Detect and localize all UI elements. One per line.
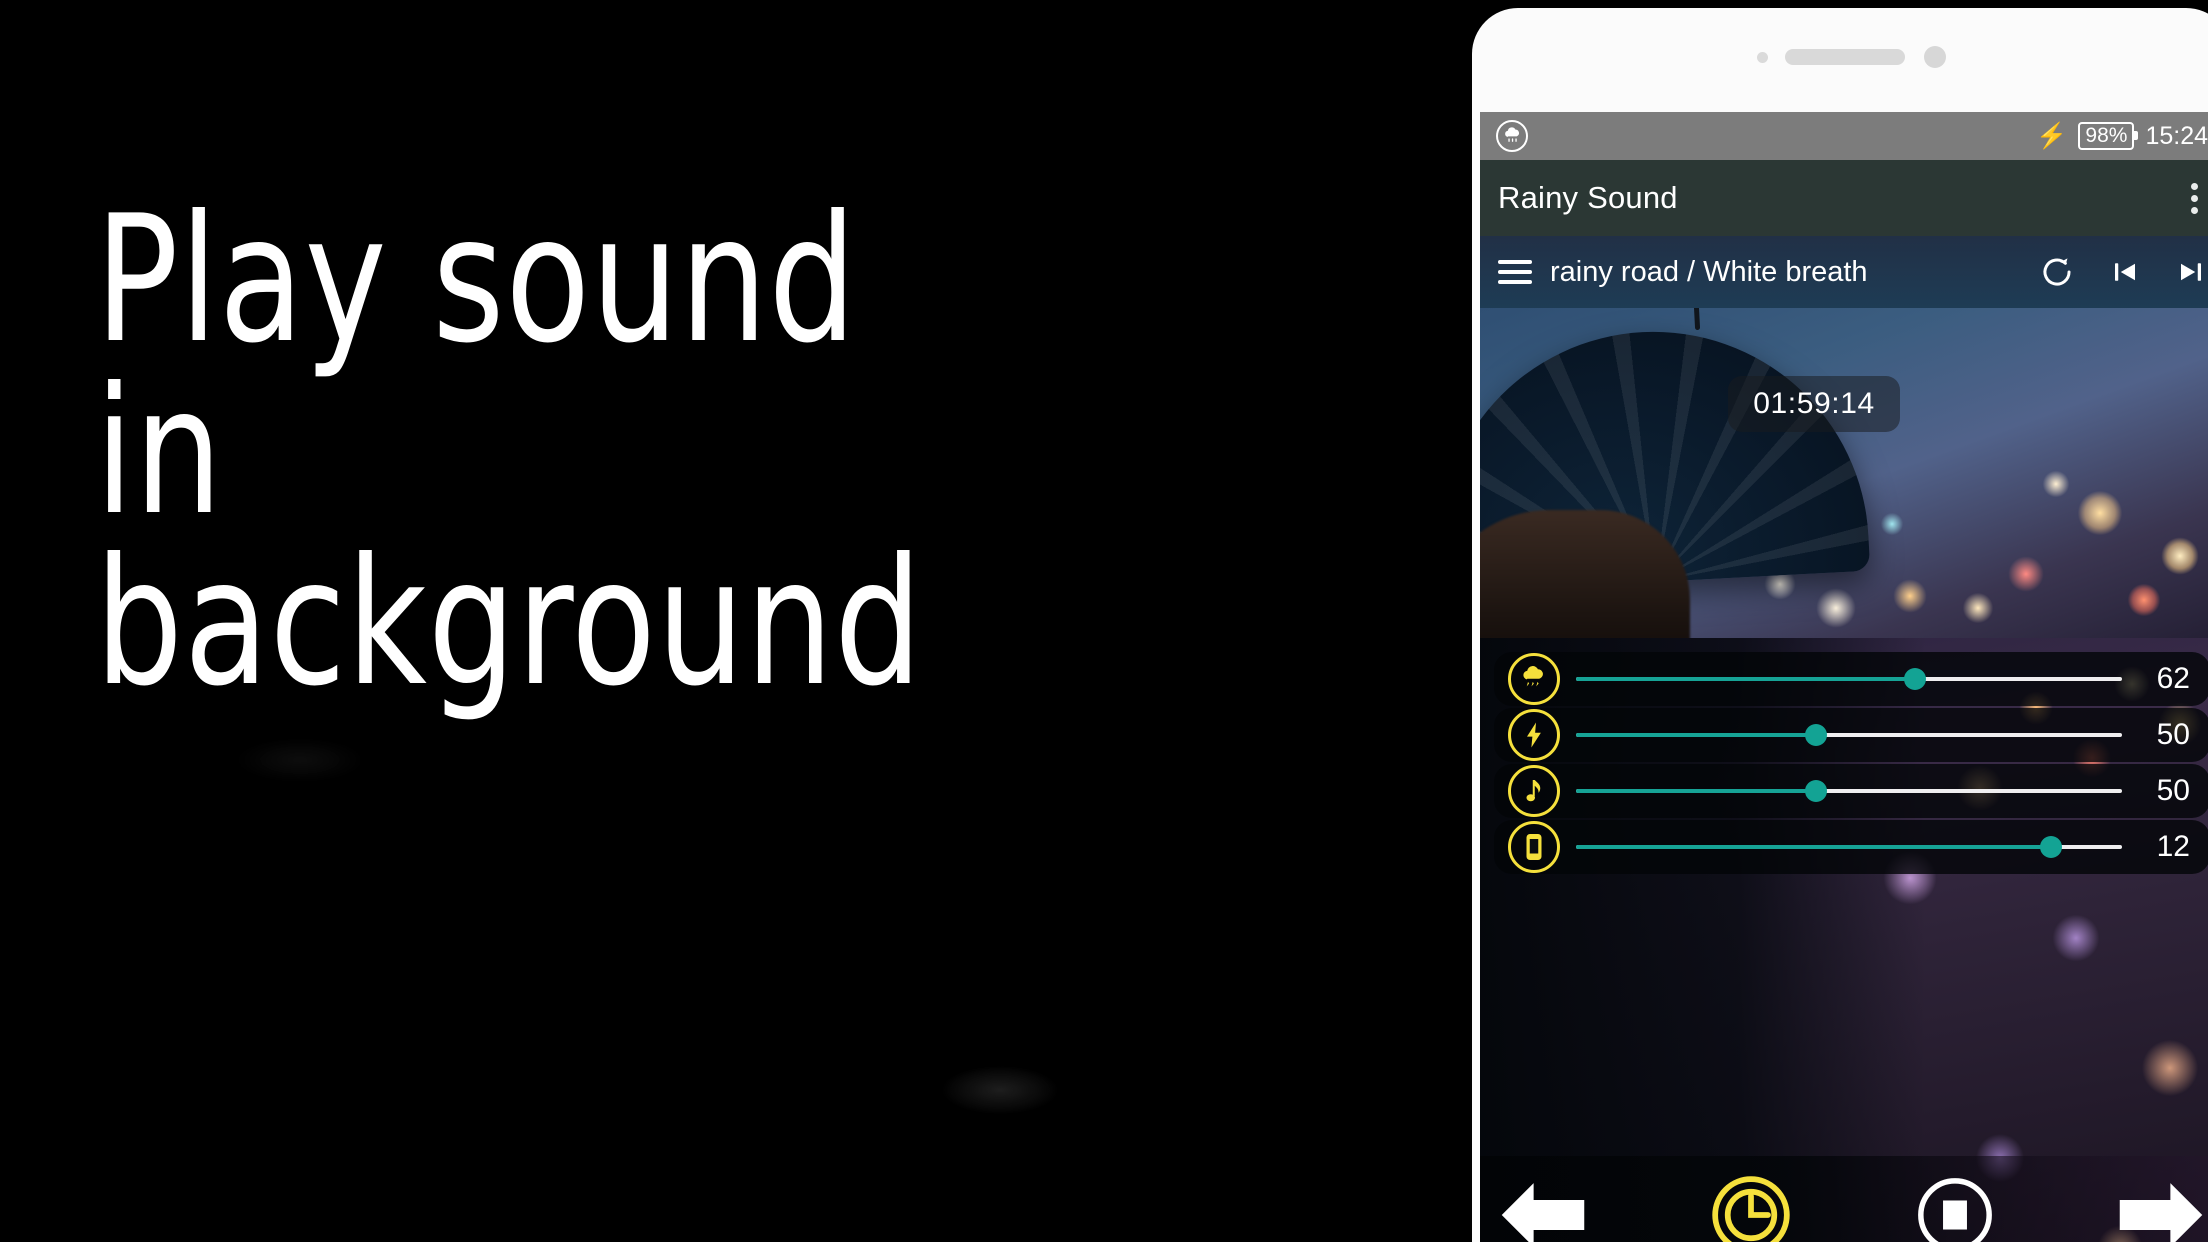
slider-track[interactable]	[1576, 827, 2122, 867]
slider-row[interactable]: 62	[1494, 652, 2208, 706]
phone-top-bezel	[1472, 8, 2208, 112]
media-bar: rainy road / White breath	[1480, 236, 2208, 308]
skip-next-icon[interactable]	[2176, 257, 2206, 287]
slider-track-fill	[1576, 789, 1817, 793]
clock-icon[interactable]	[1708, 1172, 1794, 1242]
arrow-left-icon[interactable]	[1498, 1175, 1588, 1242]
smartphone-icon[interactable]	[1508, 821, 1560, 873]
slider-row[interactable]: 50	[1494, 708, 2208, 762]
status-bar-indicators: ⚡ 98% 15:24	[2036, 122, 2208, 151]
slider-track[interactable]	[1576, 659, 2122, 699]
slider-list: 62 50 50 12	[1494, 652, 2208, 876]
status-bar-notifications	[1496, 120, 1528, 152]
arrow-right-icon[interactable]	[2116, 1175, 2206, 1242]
music-note-icon[interactable]	[1508, 765, 1560, 817]
mixer-panel: 62 50 50 12	[1480, 638, 2208, 1242]
rain-cloud-icon	[1496, 120, 1528, 152]
rain-cloud-icon[interactable]	[1508, 653, 1560, 705]
phone-mockup: ⚡ 98% 15:24 Rainy Sound rainy road / Whi…	[1472, 8, 2208, 1242]
slider-value: 50	[2156, 718, 2190, 751]
stop-icon[interactable]	[1914, 1174, 1996, 1242]
kebab-menu-icon[interactable]	[2183, 175, 2206, 222]
slider-track-fill	[1576, 677, 1915, 681]
status-bar: ⚡ 98% 15:24	[1480, 112, 2208, 160]
proximity-sensor-dot-icon	[1757, 52, 1768, 63]
lightning-bolt-icon: ⚡	[2036, 121, 2068, 150]
slider-track[interactable]	[1576, 771, 2122, 811]
slider-thumb[interactable]	[1805, 724, 1828, 746]
battery-icon: 98%	[2078, 122, 2139, 150]
earpiece-speaker-icon	[1785, 49, 1905, 65]
slider-track-fill	[1576, 733, 1817, 737]
slider-track[interactable]	[1576, 715, 2122, 755]
slider-thumb[interactable]	[1903, 668, 1926, 690]
status-bar-clock: 15:24	[2145, 121, 2208, 150]
slider-row[interactable]: 12	[1494, 820, 2208, 874]
app-title: Rainy Sound	[1498, 180, 1678, 215]
lightning-bolt-icon[interactable]	[1508, 709, 1560, 761]
media-controls	[2040, 255, 2206, 289]
track-title: rainy road / White breath	[1550, 255, 1868, 288]
app-bar: Rainy Sound	[1480, 160, 2208, 236]
slider-value: 50	[2156, 774, 2190, 807]
countdown-timer: 01:59:14	[1728, 376, 1900, 432]
slider-value: 12	[2156, 830, 2190, 863]
slider-value: 62	[2156, 662, 2190, 695]
artwork-panel: 01:59:14	[1480, 308, 2208, 638]
front-camera-dot-icon	[1924, 46, 1946, 68]
page-title: Play sound in background	[95, 179, 923, 725]
refresh-loop-icon[interactable]	[2040, 255, 2074, 289]
slider-thumb[interactable]	[2040, 836, 2063, 858]
skip-previous-icon[interactable]	[2110, 257, 2140, 287]
phone-screen: ⚡ 98% 15:24 Rainy Sound rainy road / Whi…	[1480, 112, 2208, 1242]
promo-screenshot: Play sound in background ⚡ 98% 15:24 Rai…	[0, 0, 2208, 1242]
slider-row[interactable]: 50	[1494, 764, 2208, 818]
hamburger-menu-icon[interactable]	[1498, 260, 1532, 284]
slider-track-fill	[1576, 845, 2052, 849]
umbrella-pole	[1692, 308, 1701, 331]
slider-thumb[interactable]	[1805, 780, 1828, 802]
playback-control-bar	[1480, 1156, 2208, 1242]
